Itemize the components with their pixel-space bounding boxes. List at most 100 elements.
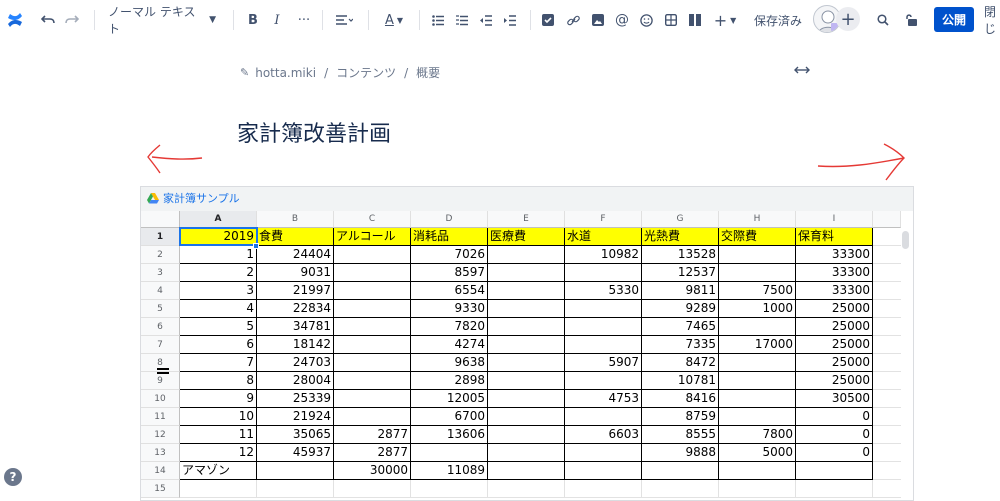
column-header-h[interactable]: H [719, 211, 796, 228]
cell-g7[interactable]: 7335 [642, 336, 719, 354]
cell-i15[interactable] [796, 480, 873, 498]
row-header-11[interactable]: 11 [141, 408, 180, 426]
cell-d7[interactable]: 4274 [411, 336, 488, 354]
cell-d4[interactable]: 6554 [411, 282, 488, 300]
column-header-b[interactable]: B [257, 211, 334, 228]
cell-b14[interactable] [257, 462, 334, 480]
redo-icon[interactable] [62, 8, 82, 32]
cell-b2[interactable]: 24404 [257, 246, 334, 264]
close-button[interactable]: 閉じ [984, 5, 1000, 36]
cell-i10[interactable]: 30500 [796, 390, 873, 408]
table-icon[interactable] [663, 8, 679, 32]
fill-handle[interactable] [253, 243, 259, 249]
row-header-5[interactable]: 5 [141, 300, 180, 318]
cell-a14[interactable]: アマゾン [180, 462, 257, 480]
cell-a2[interactable]: 1 [180, 246, 257, 264]
cell-d11[interactable]: 6700 [411, 408, 488, 426]
numbered-list-icon[interactable] [454, 8, 470, 32]
cell-i7[interactable]: 25000 [796, 336, 873, 354]
cell-d12[interactable]: 13606 [411, 426, 488, 444]
cell-e1[interactable]: 医療費 [488, 228, 565, 246]
image-icon[interactable] [590, 8, 606, 32]
column-header-g[interactable]: G [642, 211, 719, 228]
cell-e6[interactable] [488, 318, 565, 336]
embedded-spreadsheet[interactable]: 家計簿サンプル A B C D E F G H I 1 2019 食費 アルコール 消耗品 医療費 水道 光熱費… [140, 186, 914, 501]
cell-b11[interactable]: 21924 [257, 408, 334, 426]
cell-a3[interactable]: 2 [180, 264, 257, 282]
cell-h4[interactable]: 7500 [719, 282, 796, 300]
cell-c8[interactable] [334, 354, 411, 372]
cell-g9[interactable]: 10781 [642, 372, 719, 390]
cell-h7[interactable]: 17000 [719, 336, 796, 354]
cell-h3[interactable] [719, 264, 796, 282]
row-header-1[interactable]: 1 [141, 228, 180, 246]
cell-h14[interactable] [719, 462, 796, 480]
restrictions-lock-icon[interactable] [902, 8, 920, 32]
column-header-a[interactable]: A [180, 211, 257, 228]
vertical-scrollbar[interactable] [902, 231, 909, 249]
cell-c15[interactable] [334, 480, 411, 498]
cell-f11[interactable] [565, 408, 642, 426]
cell-b6[interactable]: 34781 [257, 318, 334, 336]
bold-icon[interactable]: B [244, 8, 262, 32]
cell-a8[interactable]: 7 [180, 354, 257, 372]
cell-f14[interactable] [565, 462, 642, 480]
cell-b13[interactable]: 45937 [257, 444, 334, 462]
cell-d10[interactable]: 12005 [411, 390, 488, 408]
cell-g5[interactable]: 9289 [642, 300, 719, 318]
italic-icon[interactable]: I [268, 8, 286, 32]
cell-f3[interactable] [565, 264, 642, 282]
cell-f12[interactable]: 6603 [565, 426, 642, 444]
cell-e12[interactable] [488, 426, 565, 444]
cell-e10[interactable] [488, 390, 565, 408]
row-header-13[interactable]: 13 [141, 444, 180, 462]
cell-c6[interactable] [334, 318, 411, 336]
cell-h9[interactable] [719, 372, 796, 390]
cell-g13[interactable]: 9888 [642, 444, 719, 462]
row-header-6[interactable]: 6 [141, 318, 180, 336]
cell-c11[interactable] [334, 408, 411, 426]
cell-h10[interactable] [719, 390, 796, 408]
cell-a11[interactable]: 10 [180, 408, 257, 426]
column-header-d[interactable]: D [411, 211, 488, 228]
cell-g10[interactable]: 8416 [642, 390, 719, 408]
cell-b3[interactable]: 9031 [257, 264, 334, 282]
outdent-icon[interactable] [478, 8, 494, 32]
cell-i1[interactable]: 保育料 [796, 228, 873, 246]
cell-b4[interactable]: 21997 [257, 282, 334, 300]
cell-f7[interactable] [565, 336, 642, 354]
cell-e13[interactable] [488, 444, 565, 462]
row-header-12[interactable]: 12 [141, 426, 180, 444]
cell-c9[interactable] [334, 372, 411, 390]
cell-e15[interactable] [488, 480, 565, 498]
cell-i11[interactable]: 0 [796, 408, 873, 426]
cell-g4[interactable]: 9811 [642, 282, 719, 300]
task-checkbox-icon[interactable] [540, 8, 556, 32]
column-header-i[interactable]: I [796, 211, 873, 228]
row-header-2[interactable]: 2 [141, 246, 180, 264]
bullet-list-icon[interactable] [430, 8, 446, 32]
cell-a1[interactable]: 2019 [180, 228, 257, 246]
page-title[interactable]: 家計簿改善計画 [237, 116, 391, 148]
breadcrumb-item-overview[interactable]: 概要 [416, 64, 440, 81]
undo-icon[interactable] [38, 8, 58, 32]
cell-i5[interactable]: 25000 [796, 300, 873, 318]
cell-i14[interactable] [796, 462, 873, 480]
cell-a12[interactable]: 11 [180, 426, 257, 444]
cell-f10[interactable]: 4753 [565, 390, 642, 408]
insert-more-icon[interactable]: + ▼ [711, 8, 739, 32]
cell-c13[interactable]: 2877 [334, 444, 411, 462]
more-formatting-icon[interactable]: ··· [292, 8, 316, 32]
cell-d2[interactable]: 7026 [411, 246, 488, 264]
cell-i3[interactable]: 33300 [796, 264, 873, 282]
breadcrumb-item-content[interactable]: コンテンツ [336, 64, 396, 81]
column-header-e[interactable]: E [488, 211, 565, 228]
cell-b10[interactable]: 25339 [257, 390, 334, 408]
cell-h5[interactable]: 1000 [719, 300, 796, 318]
cell-b12[interactable]: 35065 [257, 426, 334, 444]
cell-c2[interactable] [334, 246, 411, 264]
cell-i9[interactable]: 25000 [796, 372, 873, 390]
row-header-4[interactable]: 4 [141, 282, 180, 300]
cell-f2[interactable]: 10982 [565, 246, 642, 264]
cell-d1[interactable]: 消耗品 [411, 228, 488, 246]
